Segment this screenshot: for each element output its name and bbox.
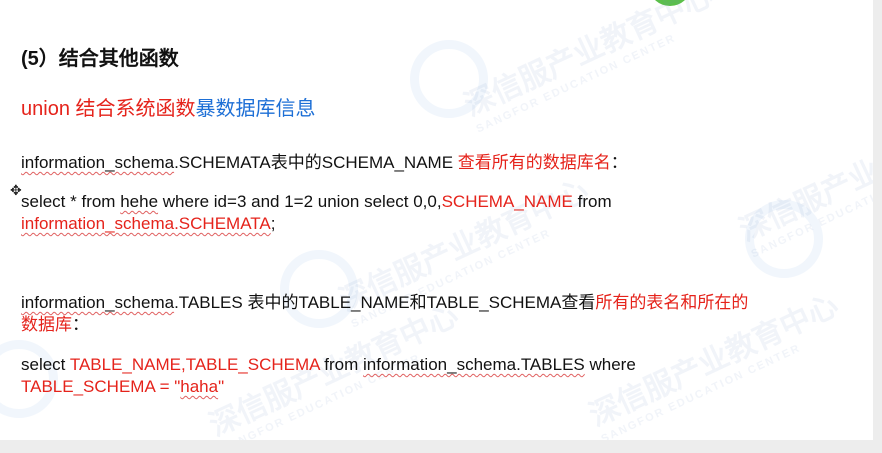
text-run: .SCHEMATA表中的SCHEMA_NAME <box>174 153 458 172</box>
text-run: 数据库 <box>21 315 72 334</box>
text-run: hehe <box>120 192 159 211</box>
section-title: (5）结合其他函数 <box>21 48 179 70</box>
watermark: 深信服产业教育中心SANGFOR EDUCATION CENTER <box>459 0 719 136</box>
text-run: information_schema.TABLES <box>363 355 585 374</box>
text-run: from <box>319 355 364 374</box>
text-run: 所有的表名和所在的 <box>595 293 749 312</box>
subtitle-red: union 结合系统函数 <box>21 98 196 120</box>
text-run: haha <box>180 377 219 396</box>
paragraph-schemata: information_schema.SCHEMATA表中的SCHEMA_NAM… <box>21 148 628 173</box>
section-subtitle: union 结合系统函数暴数据库信息 <box>21 92 316 121</box>
query-tables-line1: select TABLE_NAME,TABLE_SCHEMA from info… <box>21 355 636 375</box>
query-schemata-line2: information_schema.SCHEMATA; <box>21 214 275 234</box>
paragraph-tables-line1: information_schema.TABLES 表中的TABLE_NAME和… <box>21 288 748 313</box>
text-run: where <box>584 355 636 374</box>
query-schemata-line1: select * from hehe where id=3 and 1=2 un… <box>21 192 612 212</box>
text-run: where id=3 and 1=2 union select 0,0, <box>158 192 442 211</box>
text-run: TABLE_SCHEMA = " <box>21 377 181 396</box>
text-run: information_schema.SCHEMATA <box>21 214 271 233</box>
text-run: SCHEMA_NAME <box>441 192 573 211</box>
text-run: TABLE_NAME,TABLE_SCHEMA <box>69 355 320 374</box>
subtitle-blue: 暴数据库信息 <box>195 98 316 120</box>
paragraph-tables-line2: 数据库： <box>21 310 89 335</box>
text-run: select * from <box>21 192 121 211</box>
query-tables-line2: TABLE_SCHEMA = "haha" <box>21 377 224 397</box>
text-run: select <box>21 355 70 374</box>
text-run: from <box>572 192 612 211</box>
slide: 深信服产业教育中心 SANGFOR EDUCATION CENTER 深信服产业教… <box>0 0 873 440</box>
text-run: ： <box>610 153 628 172</box>
move-cursor-icon: ✥ <box>10 182 22 198</box>
text-run: ; <box>270 214 276 233</box>
text-run: " <box>218 377 225 396</box>
text-run: 查看所有的数据库名 <box>457 153 611 172</box>
watermark: 深信服产业教育中心SANGFOR EDUCATION CENTER <box>734 103 873 261</box>
text-run: ： <box>72 315 89 334</box>
text-run: information_schema <box>21 153 175 172</box>
text-run: .TABLES 表中的TABLE_NAME和TABLE_SCHEMA查看 <box>174 293 596 312</box>
